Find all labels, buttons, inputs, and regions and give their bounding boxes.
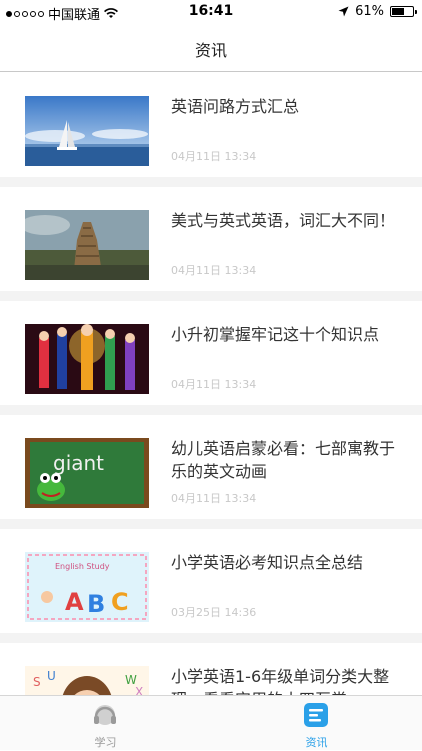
tab-bar: 学习 资讯 [0,695,422,750]
article-date: 04月11日 13:34 [171,492,257,505]
article-title: 英语问路方式汇总 [171,97,300,116]
tab-label: 资讯 [305,736,328,749]
svg-text:S: S [33,675,41,689]
headphones-icon [94,705,116,725]
svg-text:C: C [111,588,129,616]
location-arrow-icon [338,6,349,17]
svg-text:A: A [65,588,84,616]
article-list[interactable]: 英语问路方式汇总 04月11日 13:34 美式与英式英语，词汇大不同！ 04月… [0,73,422,695]
article-item[interactable]: English Study A B C 小学英语必考知识点全总结 03月25日 … [0,529,422,633]
svg-text:B: B [87,590,105,618]
svg-text:U: U [47,669,56,683]
english-study-text: English Study [55,562,110,571]
tab-study[interactable]: 学习 [0,696,211,751]
article-date: 04月11日 13:34 [171,378,257,391]
article-title: 小升初掌握牢记这十个知识点 [171,325,380,344]
article-title: 小学英语必考知识点全总结 [171,553,364,572]
english-study-image: English Study A B C [25,552,149,622]
page-title: 资讯 [194,41,227,60]
tab-label: 学习 [94,736,117,749]
sailboat-image [25,96,149,166]
chalkboard-text: giant [53,451,104,475]
article-item[interactable]: 小升初掌握牢记这十个知识点 04月11日 13:34 [0,301,422,405]
tower-painting-image [25,210,149,280]
article-item[interactable]: giant 幼儿英语启蒙必看：七部寓教于乐的英文动画 04月11日 13:34 [0,415,422,519]
article-title: 幼儿英语启蒙必看：七部寓教于乐的英文动画 [171,439,396,481]
cartoon-characters-image [25,324,149,394]
article-item[interactable]: S U W X 小学英语1-6年级单词分类大整理，看看实用的小四互常 [0,643,422,695]
battery-percentage: 61% [355,4,384,19]
article-date: 04月11日 13:34 [171,150,257,163]
battery-icon [390,6,417,17]
article-date: 04月11日 13:34 [171,264,257,277]
news-icon [304,703,328,727]
svg-text:X: X [135,685,143,695]
article-title: 美式与英式英语，词汇大不同！ [171,211,396,230]
navigation-bar: 资讯 [0,24,422,72]
article-item[interactable]: 美式与英式英语，词汇大不同！ 04月11日 13:34 [0,187,422,291]
article-item[interactable]: 英语问路方式汇总 04月11日 13:34 [0,73,422,177]
giant-chalkboard-image: giant [25,438,149,508]
cartoon-girl-image: S U W X [25,666,149,695]
status-bar: 中国联通 16:41 61% [0,0,422,24]
article-title: 小学英语1-6年级单词分类大整理，看看实用的小四互常 [171,667,390,695]
tab-news[interactable]: 资讯 [211,696,422,751]
article-date: 03月25日 14:36 [171,606,257,619]
status-right: 61% [338,4,417,19]
